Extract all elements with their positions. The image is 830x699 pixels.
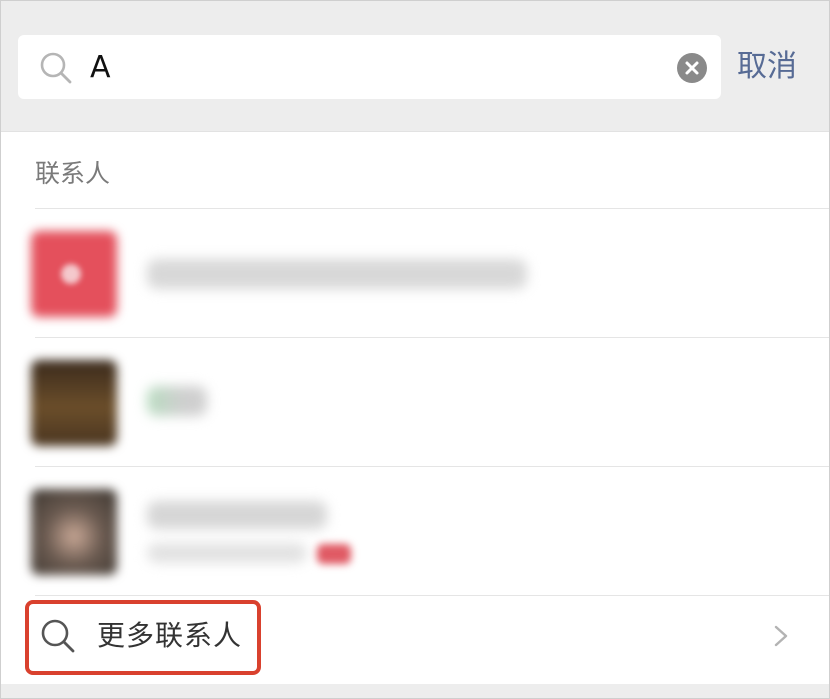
search-input[interactable] xyxy=(90,43,650,91)
search-header: 取消 xyxy=(1,1,829,132)
search-icon xyxy=(40,52,72,84)
avatar xyxy=(31,360,117,446)
more-contacts-label: 更多联系人 xyxy=(97,619,243,652)
search-icon xyxy=(41,619,75,653)
avatar xyxy=(31,489,117,575)
section-title-contacts: 联系人 xyxy=(35,159,111,188)
clear-x-icon xyxy=(685,61,699,75)
contact-detail-blurred xyxy=(147,543,307,563)
row-divider xyxy=(35,595,829,596)
search-page: 取消 联系人 更多联系人 xyxy=(0,0,830,699)
contact-name-blurred xyxy=(147,386,207,416)
clear-icon[interactable] xyxy=(677,53,707,83)
search-box[interactable] xyxy=(18,35,721,99)
contact-badge-blurred xyxy=(317,544,351,564)
avatar-mark xyxy=(61,264,81,284)
bottom-strip xyxy=(1,684,829,698)
more-contacts-row[interactable]: 更多联系人 xyxy=(1,597,829,683)
contact-row[interactable] xyxy=(1,209,829,337)
contact-row[interactable] xyxy=(1,338,829,466)
contact-name-blurred xyxy=(147,259,527,289)
contact-name-blurred xyxy=(147,501,327,529)
chevron-right-icon xyxy=(774,625,788,647)
contact-row[interactable] xyxy=(1,467,829,595)
cancel-button[interactable]: 取消 xyxy=(737,39,819,95)
